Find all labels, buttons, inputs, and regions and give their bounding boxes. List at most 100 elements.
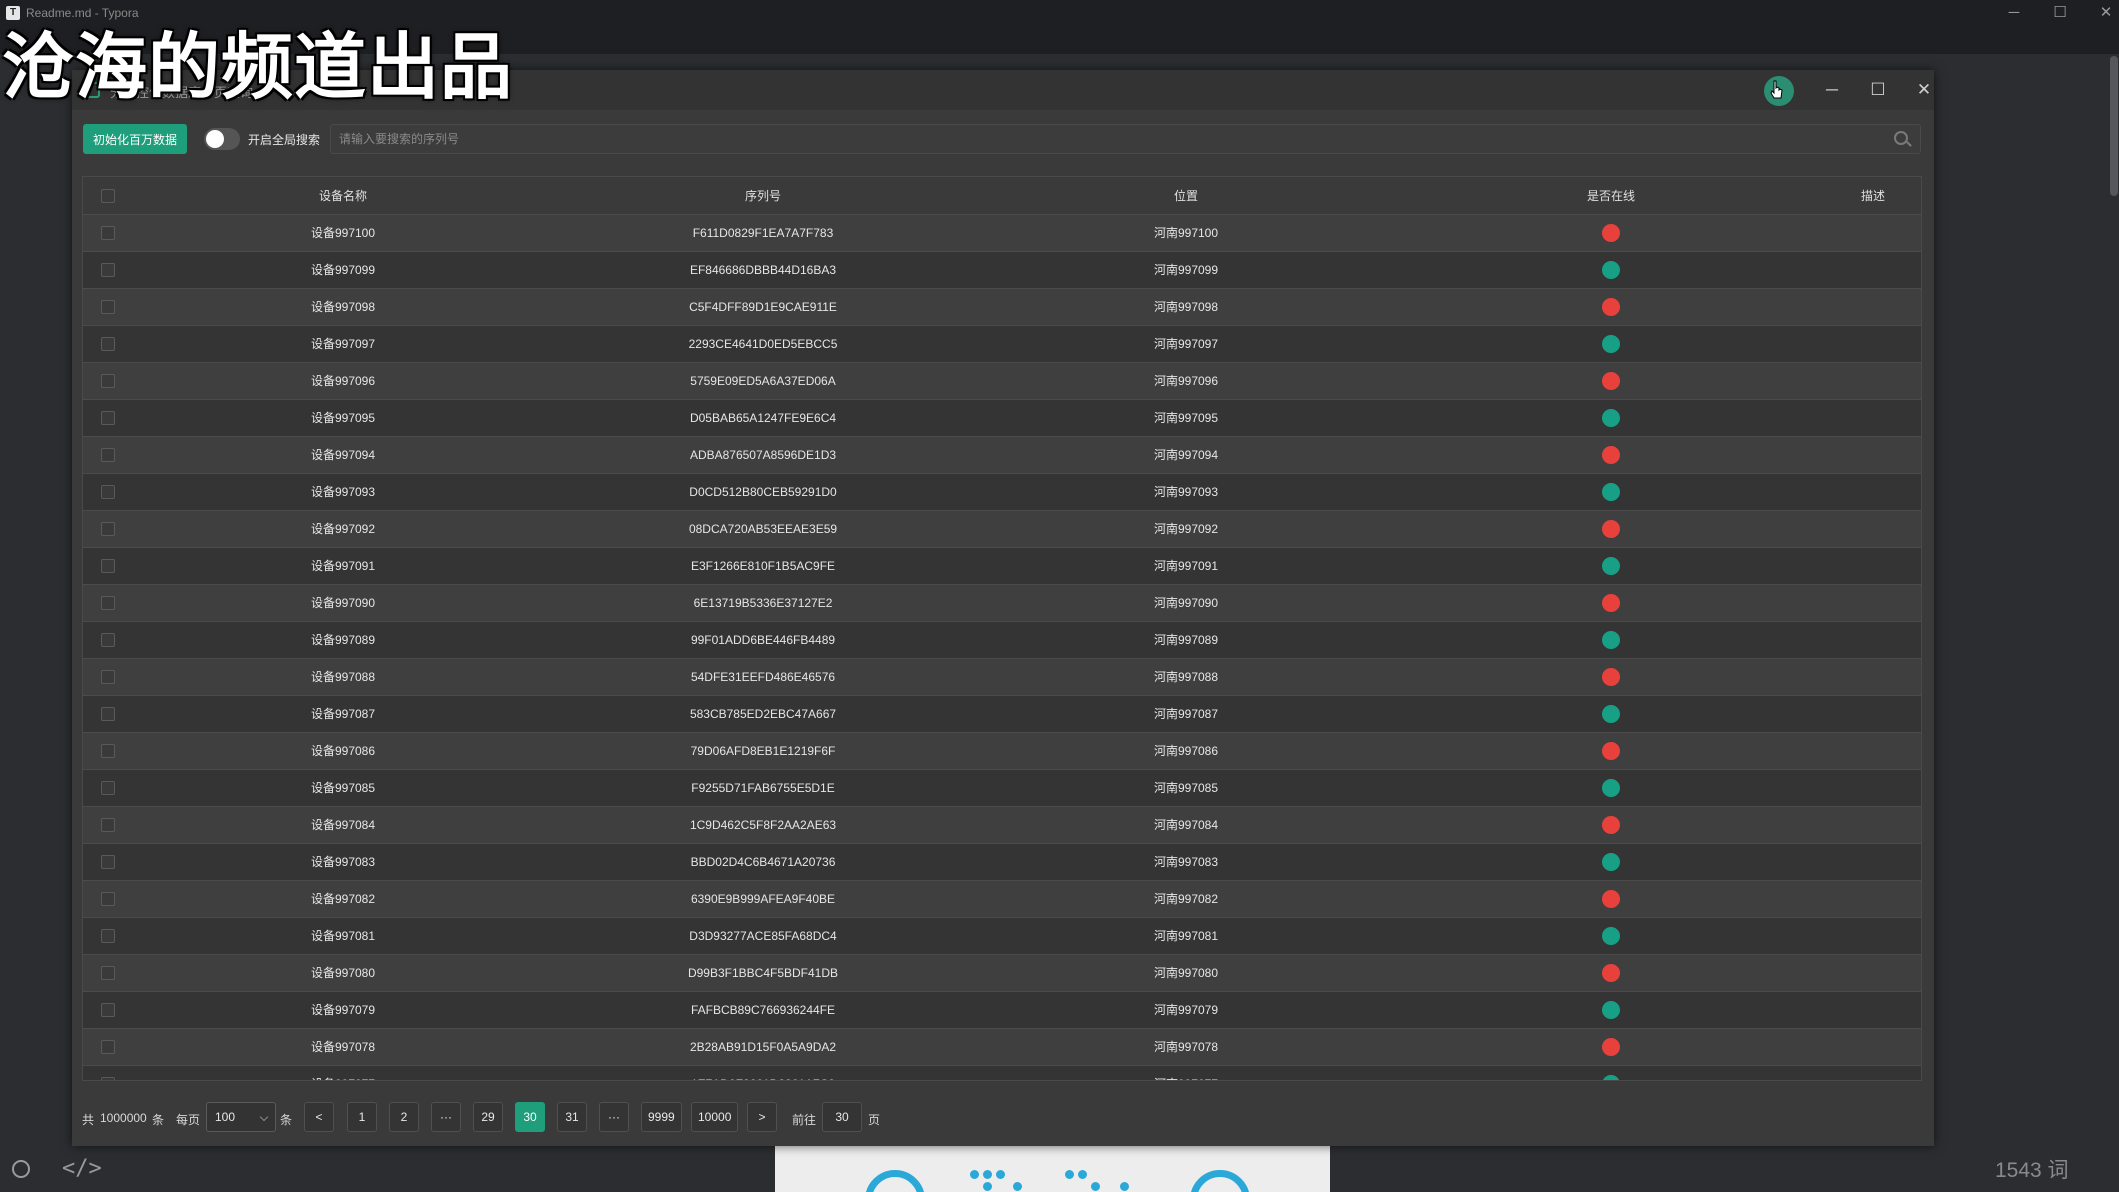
goto-page-input[interactable]: 30 [822,1102,862,1132]
table-row[interactable]: 设备997094 ADBA876507A8596DE1D3 河南997094 [83,436,1921,474]
row-checkbox[interactable] [101,336,115,351]
checkbox[interactable] [83,732,133,770]
row-checkbox[interactable] [101,1076,115,1080]
host-maximize-button[interactable]: ☐ [2042,2,2078,24]
table-row[interactable]: 设备997085 F9255D71FAB6755E5D1E 河南997085 [83,769,1921,807]
row-checkbox[interactable] [101,225,115,240]
row-checkbox[interactable] [101,1039,115,1054]
checkbox[interactable] [83,436,133,474]
page-ellipsis-button[interactable]: ··· [599,1102,629,1132]
table-row[interactable]: 设备997089 99F01ADD6BE446FB4489 河南997089 [83,621,1921,659]
checkbox[interactable] [83,991,133,1029]
checkbox[interactable] [83,510,133,548]
checkbox[interactable] [83,584,133,622]
checkbox[interactable] [83,1028,133,1066]
table-row[interactable]: 设备997097 2293CE4641D0ED5EBCC5 河南997097 [83,325,1921,363]
next-page-button[interactable]: > [747,1102,777,1132]
checkbox[interactable] [83,806,133,844]
checkbox[interactable] [83,288,133,326]
table-row[interactable]: 设备997083 BBD02D4C6B4671A20736 河南997083 [83,843,1921,881]
row-checkbox[interactable] [101,743,115,758]
serial-search-input[interactable] [330,124,1921,154]
row-checkbox[interactable] [101,521,115,536]
host-scroll-thumb[interactable] [2110,56,2118,196]
host-scrollbar[interactable] [2109,54,2119,1139]
per-page-select[interactable]: 100 [206,1102,276,1132]
word-count[interactable]: 1543 词 [1995,1154,2069,1184]
checkbox[interactable] [83,769,133,807]
page-button[interactable]: 9999 [641,1102,682,1132]
checkbox[interactable] [83,695,133,733]
checkbox[interactable] [83,658,133,696]
checkbox[interactable] [83,621,133,659]
table-row[interactable]: 设备997080 D99B3F1BBC4F5BDF41DB 河南997080 [83,954,1921,992]
checkbox[interactable] [83,325,133,363]
row-checkbox[interactable] [101,817,115,832]
row-checkbox[interactable] [101,447,115,462]
row-checkbox[interactable] [101,854,115,869]
checkbox[interactable] [83,843,133,881]
table-row[interactable]: 设备997091 E3F1266E810F1B5AC9FE 河南997091 [83,547,1921,585]
row-checkbox[interactable] [101,965,115,980]
checkbox[interactable] [83,399,133,437]
table-row[interactable]: 设备9970771E7AD0F8661D2861A7C9河南997077 [83,1065,1921,1080]
row-checkbox[interactable] [101,780,115,795]
host-close-button[interactable]: ✕ [2088,2,2119,24]
table-row[interactable]: 设备997081 D3D93277ACE85FA68DC4 河南997081 [83,917,1921,955]
page-button[interactable]: 29 [473,1102,503,1132]
table-row[interactable]: 设备997079 FAFBCB89C766936244FE 河南997079 [83,991,1921,1029]
table-row[interactable]: 设备997100 F611D0829F1EA7A7F783 河南997100 [83,214,1921,252]
table-row[interactable]: 设备997096 5759E09ED5A6A37ED06A 河南997096 [83,362,1921,400]
checkbox[interactable] [83,473,133,511]
source-mode-icon[interactable]: </> [62,1156,102,1181]
table-row[interactable]: 设备997095 D05BAB65A1247FE9E6C4 河南997095 [83,399,1921,437]
row-checkbox[interactable] [101,299,115,314]
search-icon[interactable] [1894,131,1908,145]
page-button[interactable]: 2 [389,1102,419,1132]
row-checkbox[interactable] [101,928,115,943]
app-close-button[interactable]: ✕ [1906,78,1942,102]
row-checkbox[interactable] [101,891,115,906]
row-checkbox[interactable] [101,706,115,721]
checkbox[interactable] [83,214,133,252]
checkbox[interactable] [83,547,133,585]
host-minimize-button[interactable]: ─ [1996,2,2032,24]
table-row[interactable]: 设备997088 54DFE31EEFD486E46576 河南997088 [83,658,1921,696]
select-all-checkbox[interactable] [101,188,115,203]
app-minimize-button[interactable]: ─ [1814,78,1850,102]
row-checkbox[interactable] [101,410,115,425]
table-row[interactable]: 设备997086 79D06AFD8EB1E1219F6F 河南997086 [83,732,1921,770]
table-row[interactable]: 设备997082 6390E9B999AFEA9F40BE 河南997082 [83,880,1921,918]
table-row[interactable]: 设备997092 08DCA720AB53EEAE3E59 河南997092 [83,510,1921,548]
row-checkbox[interactable] [101,262,115,277]
row-checkbox[interactable] [101,669,115,684]
table-row[interactable]: 设备997078 2B28AB91D15F0A5A9DA2 河南997078 [83,1028,1921,1066]
select-all-checkbox-cell[interactable] [83,177,133,215]
row-checkbox[interactable] [101,632,115,647]
table-row[interactable]: 设备997087 583CB785ED2EBC47A667 河南997087 [83,695,1921,733]
page-button[interactable]: 31 [557,1102,587,1132]
sidebar-toggle-icon[interactable] [12,1160,30,1178]
table-row[interactable]: 设备997090 6E13719B5336E37127E2 河南997090 [83,584,1921,622]
checkbox[interactable] [83,1065,133,1080]
global-search-toggle[interactable] [204,128,240,150]
checkbox[interactable] [83,251,133,289]
row-checkbox[interactable] [101,373,115,388]
page-button[interactable]: 1 [347,1102,377,1132]
row-checkbox[interactable] [101,595,115,610]
page-button-current[interactable]: 30 [515,1102,545,1132]
checkbox[interactable] [83,880,133,918]
prev-page-button[interactable]: < [304,1102,334,1132]
page-ellipsis-button[interactable]: ··· [431,1102,461,1132]
page-button[interactable]: 10000 [691,1102,739,1132]
checkbox[interactable] [83,954,133,992]
checkbox[interactable] [83,362,133,400]
row-checkbox[interactable] [101,558,115,573]
row-checkbox[interactable] [101,1002,115,1017]
app-maximize-button[interactable]: ☐ [1860,78,1896,102]
table-row[interactable]: 设备997099 EF846686DBBB44D16BA3 河南997099 [83,251,1921,289]
table-row[interactable]: 设备997098 C5F4DFF89D1E9CAE911E 河南997098 [83,288,1921,326]
table-row[interactable]: 设备997093 D0CD512B80CEB59291D0 河南997093 [83,473,1921,511]
row-checkbox[interactable] [101,484,115,499]
checkbox[interactable] [83,917,133,955]
